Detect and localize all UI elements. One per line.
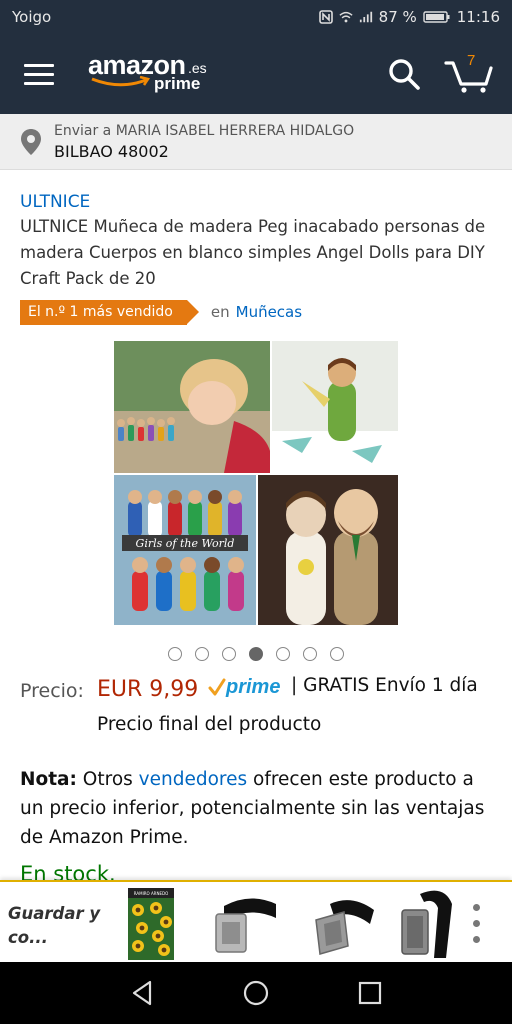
app-header: amazon .es prime 7 — [0, 34, 512, 114]
signal-icon — [359, 11, 372, 23]
wifi-icon — [339, 11, 353, 23]
location-pin-icon — [21, 129, 41, 155]
more-dots-icon — [473, 920, 480, 927]
image-banner-text: Girls of the World — [136, 537, 235, 550]
home-icon — [243, 980, 269, 1006]
saved-item-belt-3[interactable] — [394, 884, 470, 962]
seed-packet-label: RAMIRO ARNEDO — [134, 891, 168, 896]
saved-label-line2: co... — [8, 928, 48, 947]
saved-item-belt-2[interactable] — [304, 884, 380, 962]
hamburger-icon-line — [24, 73, 54, 76]
more-options-button[interactable] — [464, 900, 490, 948]
deliver-to-label: Enviar a MARIA ISABEL HERRERA HIDALGO — [54, 123, 355, 139]
stock-status: En stock. — [20, 862, 116, 880]
amazon-prime-logo[interactable]: amazon .es prime — [88, 50, 218, 100]
nfc-icon — [318, 10, 333, 24]
status-icons: 87 % 11:16 — [318, 8, 500, 26]
hamburger-icon-line — [24, 82, 54, 85]
cart-count: 7 — [467, 52, 476, 69]
clock: 11:16 — [456, 8, 500, 26]
bestseller-category-link[interactable]: Muñecas — [236, 303, 302, 321]
brand-link[interactable]: ULTNICE — [20, 192, 90, 212]
battery-icon — [423, 11, 450, 23]
product-image[interactable]: Girls of the World — [114, 341, 398, 625]
carrier-name: Yoigo — [12, 8, 52, 26]
saved-item-seed-packet[interactable]: RAMIRO ARNEDO — [126, 884, 202, 962]
carousel-dot[interactable] — [195, 647, 209, 661]
note-label: Nota: — [20, 769, 77, 790]
recents-button[interactable] — [355, 978, 385, 1008]
prime-badge: prime — [208, 676, 290, 704]
carousel-dot[interactable] — [168, 647, 182, 661]
carousel-dot[interactable] — [222, 647, 236, 661]
deliver-to-city: BILBAO 48002 — [54, 142, 169, 161]
saved-item-belt-1[interactable] — [210, 884, 286, 962]
logo-prime: prime — [154, 74, 201, 93]
price-final-text: Precio final del producto — [97, 714, 322, 735]
sellers-link[interactable]: vendedores — [139, 769, 247, 790]
back-icon — [132, 980, 152, 1006]
hamburger-icon-line — [24, 64, 54, 67]
bestseller-badge[interactable]: El n.º 1 más vendido — [20, 299, 199, 325]
prime-check-icon — [208, 678, 226, 696]
more-dots-icon — [473, 936, 480, 943]
delivery-address-bar[interactable]: Enviar a MARIA ISABEL HERRERA HIDALGO BI… — [0, 114, 512, 170]
saved-label-line1: Guardar y — [8, 904, 101, 923]
saved-for-later-label[interactable]: Guardar y co... — [8, 902, 100, 950]
battery-percent: 87 % — [378, 8, 417, 26]
carousel-dot[interactable] — [303, 647, 317, 661]
carousel-dot[interactable] — [276, 647, 290, 661]
photo-wedding-dolls — [258, 475, 398, 625]
price-label: Precio: — [20, 680, 84, 702]
image-carousel-dots — [168, 647, 344, 661]
saved-for-later-bar: Guardar y co... RAMIRO ARNEDO — [0, 880, 512, 962]
product-title: ULTNICE Muñeca de madera Peg inacabado p… — [20, 217, 486, 288]
smile-arrow-icon — [91, 76, 151, 87]
search-icon — [389, 59, 420, 90]
carousel-dot[interactable] — [330, 647, 344, 661]
photo-painted-peg-doll — [272, 341, 398, 473]
price-value: EUR 9,99 — [97, 677, 199, 702]
photo-girls-of-the-world: Girls of the World — [114, 475, 256, 625]
shipping-text: | GRATIS Envío 1 día — [291, 675, 478, 696]
android-nav-bar — [0, 962, 512, 1024]
home-button[interactable] — [241, 978, 271, 1008]
prime-text: prime — [225, 676, 280, 698]
status-bar: Yoigo 87 % 11:16 — [0, 0, 512, 34]
seller-note: Nota: Otros vendedores ofrecen este prod… — [20, 765, 498, 852]
badge-in-text: en — [210, 303, 230, 321]
search-button[interactable] — [386, 56, 422, 92]
note-text-before: Otros — [76, 769, 139, 790]
bestseller-row: El n.º 1 más vendido en Muñecas — [20, 299, 302, 325]
more-dots-icon — [473, 904, 480, 911]
recents-icon — [358, 981, 382, 1005]
photo-child-with-dolls — [114, 341, 270, 473]
menu-button[interactable] — [24, 60, 56, 88]
back-button[interactable] — [128, 978, 158, 1008]
carousel-dot[interactable] — [249, 647, 263, 661]
cart-button[interactable]: 7 — [444, 52, 494, 94]
